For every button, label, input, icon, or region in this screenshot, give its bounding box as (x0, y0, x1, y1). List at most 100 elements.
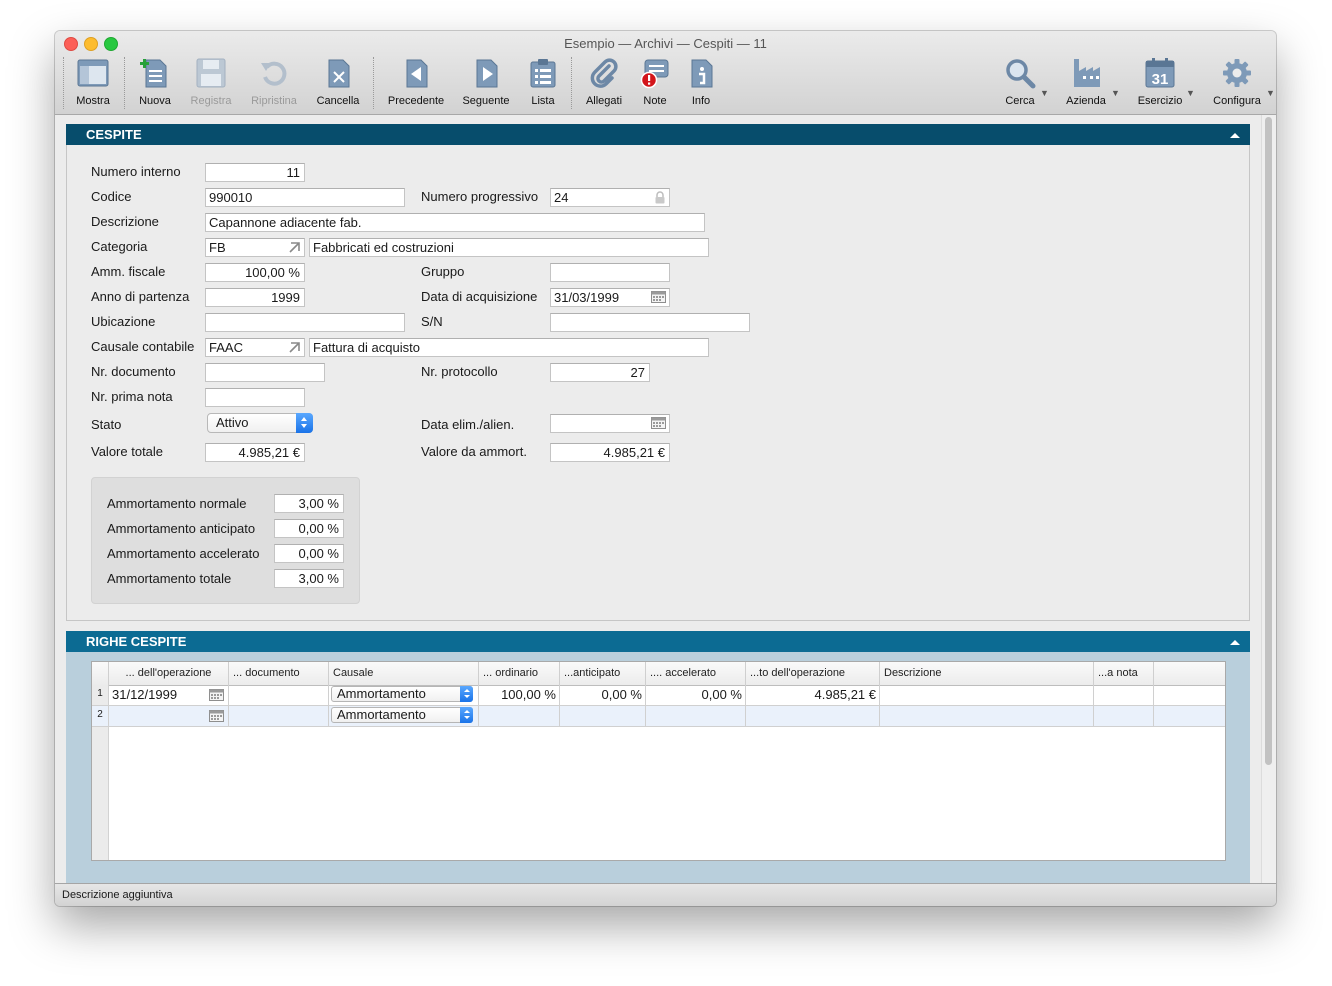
calendar-picker-icon[interactable] (651, 417, 666, 429)
causale-popup[interactable]: Ammortamento (331, 707, 473, 723)
cell-anticipato[interactable]: 0,00 % (559, 685, 645, 705)
stepper-arrows-icon[interactable] (460, 707, 473, 723)
info-button[interactable]: Info (668, 57, 734, 109)
righe-section-header[interactable]: RIGHE CESPITE (66, 631, 1250, 652)
configura-menu-chevron-icon[interactable]: ▼ (1266, 88, 1275, 98)
column-header-descrizione[interactable]: Descrizione (879, 662, 1093, 685)
categoria-code-field[interactable]: FB (205, 238, 305, 257)
cell-ordinario[interactable]: 100,00 % (478, 685, 559, 705)
lista-label: Lista (531, 95, 555, 107)
window-title: Esempio — Archivi — Cespiti — 11 (564, 36, 767, 51)
cell-descrizione[interactable] (879, 706, 1093, 726)
cerca-button[interactable]: Cerca (987, 57, 1053, 109)
cell-data-operazione[interactable]: 31/12/1999 (108, 685, 228, 705)
ubicazione-label: Ubicazione (91, 314, 156, 329)
column-header-causale[interactable]: Causale (328, 662, 478, 685)
ammortamento-totale-field[interactable]: 3,00 % (274, 569, 344, 588)
valore-ammort-field[interactable]: 4.985,21 € (550, 443, 670, 462)
cancella-button[interactable]: Cancella (305, 57, 371, 109)
righe-table: ... dell'operazione ... documento Causal… (91, 661, 1226, 861)
stepper-arrows-icon[interactable] (460, 686, 473, 702)
cell-accelerato[interactable] (645, 706, 745, 726)
stato-popup[interactable]: Attivo (207, 413, 313, 433)
ammortamento-anticipato-field[interactable]: 0,00 % (274, 519, 344, 538)
scrollbar-thumb[interactable] (1265, 117, 1272, 765)
column-header-prima-nota[interactable]: ...a nota (1093, 662, 1153, 685)
ripristina-button[interactable]: Ripristina (241, 57, 307, 109)
esercizio-button[interactable]: 31 Esercizio (1127, 57, 1193, 109)
lookup-arrow-icon[interactable] (287, 341, 301, 354)
cespite-section-header[interactable]: CESPITE (66, 124, 1250, 145)
cell-ordinario[interactable] (478, 706, 559, 726)
lock-icon[interactable] (654, 191, 666, 204)
column-header-importo-operazione[interactable]: ...to dell'operazione (745, 662, 879, 685)
causale-contabile-label: Causale contabile (91, 339, 195, 354)
descrizione-field[interactable]: Capannone adiacente fab. (205, 213, 705, 232)
lookup-arrow-icon[interactable] (287, 241, 301, 254)
amm-fiscale-field[interactable]: 100,00 % (205, 263, 305, 282)
calendar-picker-icon[interactable] (651, 291, 666, 303)
column-header-documento[interactable]: ... documento (228, 662, 328, 685)
column-header-anticipato[interactable]: ...anticipato (559, 662, 645, 685)
cell-importo[interactable]: 4.985,21 € (745, 685, 879, 705)
data-acquisizione-field[interactable]: 31/03/1999 (550, 288, 670, 307)
precedente-button[interactable]: Precedente (383, 57, 449, 109)
numero-interno-field[interactable]: 11 (205, 163, 305, 182)
calendar-icon: 31 (1145, 58, 1175, 88)
table-row[interactable]: 2 Ammortamento (92, 706, 1225, 727)
cell-documento[interactable] (228, 685, 328, 705)
cell-prima-nota[interactable] (1093, 685, 1153, 705)
column-header-ordinario[interactable]: ... ordinario (478, 662, 559, 685)
notes-badge-icon (640, 59, 669, 89)
causale-popup[interactable]: Ammortamento (331, 686, 473, 702)
ammortamento-box: Ammortamento normale 3,00 % Ammortamento… (91, 477, 360, 604)
ammortamento-normale-field[interactable]: 3,00 % (274, 494, 344, 513)
cerca-menu-chevron-icon[interactable]: ▼ (1040, 88, 1049, 98)
cell-causale[interactable]: Ammortamento (328, 685, 478, 705)
causale-value: Ammortamento (337, 707, 426, 722)
categoria-description-field[interactable]: Fabbricati ed costruzioni (309, 238, 709, 257)
causale-description-field[interactable]: Fattura di acquisto (309, 338, 709, 357)
stato-value: Attivo (216, 415, 249, 430)
collapse-caret-icon[interactable] (1230, 133, 1240, 138)
magnifier-icon (1006, 59, 1036, 89)
data-elim-field[interactable] (550, 414, 670, 433)
nr-protocollo-field[interactable]: 27 (550, 363, 650, 382)
nr-prima-nota-field[interactable] (205, 388, 305, 407)
cell-causale[interactable]: Ammortamento (328, 706, 478, 726)
cell-accelerato[interactable]: 0,00 % (645, 685, 745, 705)
valore-totale-field[interactable]: 4.985,21 € (205, 443, 305, 462)
column-header-accelerato[interactable]: .... accelerato (645, 662, 745, 685)
column-header-data-operazione[interactable]: ... dell'operazione (108, 662, 228, 685)
lista-button[interactable]: Lista (510, 57, 576, 109)
calendar-picker-icon[interactable] (209, 710, 224, 722)
stepper-arrows-icon[interactable] (296, 413, 313, 433)
configura-button[interactable]: Configura (1204, 57, 1270, 109)
codice-field[interactable]: 990010 (205, 188, 405, 207)
numero-progressivo-field[interactable]: 24 (550, 188, 670, 207)
anno-partenza-field[interactable]: 1999 (205, 288, 305, 307)
registra-button[interactable]: Registra (178, 57, 244, 109)
azienda-button[interactable]: Azienda (1053, 57, 1119, 109)
collapse-caret-icon[interactable] (1230, 640, 1240, 645)
cell-data-operazione[interactable] (108, 706, 228, 726)
sn-field[interactable] (550, 313, 750, 332)
azienda-menu-chevron-icon[interactable]: ▼ (1111, 88, 1120, 98)
esercizio-menu-chevron-icon[interactable]: ▼ (1186, 88, 1195, 98)
cell-descrizione[interactable] (879, 685, 1093, 705)
cell-importo[interactable] (745, 706, 879, 726)
vertical-scrollbar[interactable] (1261, 115, 1276, 883)
ubicazione-field[interactable] (205, 313, 405, 332)
table-row[interactable]: 1 31/12/1999 Ammortamento 100,00 % 0,00 … (92, 685, 1225, 706)
ammortamento-accelerato-field[interactable]: 0,00 % (274, 544, 344, 563)
nr-documento-field[interactable] (205, 363, 325, 382)
calendar-picker-icon[interactable] (209, 689, 224, 701)
cell-prima-nota[interactable] (1093, 706, 1153, 726)
mostra-button[interactable]: Mostra (60, 57, 126, 109)
next-document-icon (476, 59, 498, 88)
cell-documento[interactable] (228, 706, 328, 726)
cell-anticipato[interactable] (559, 706, 645, 726)
valore-ammort-label: Valore da ammort. (421, 444, 527, 459)
causale-code-field[interactable]: FAAC (205, 338, 305, 357)
gruppo-field[interactable] (550, 263, 670, 282)
